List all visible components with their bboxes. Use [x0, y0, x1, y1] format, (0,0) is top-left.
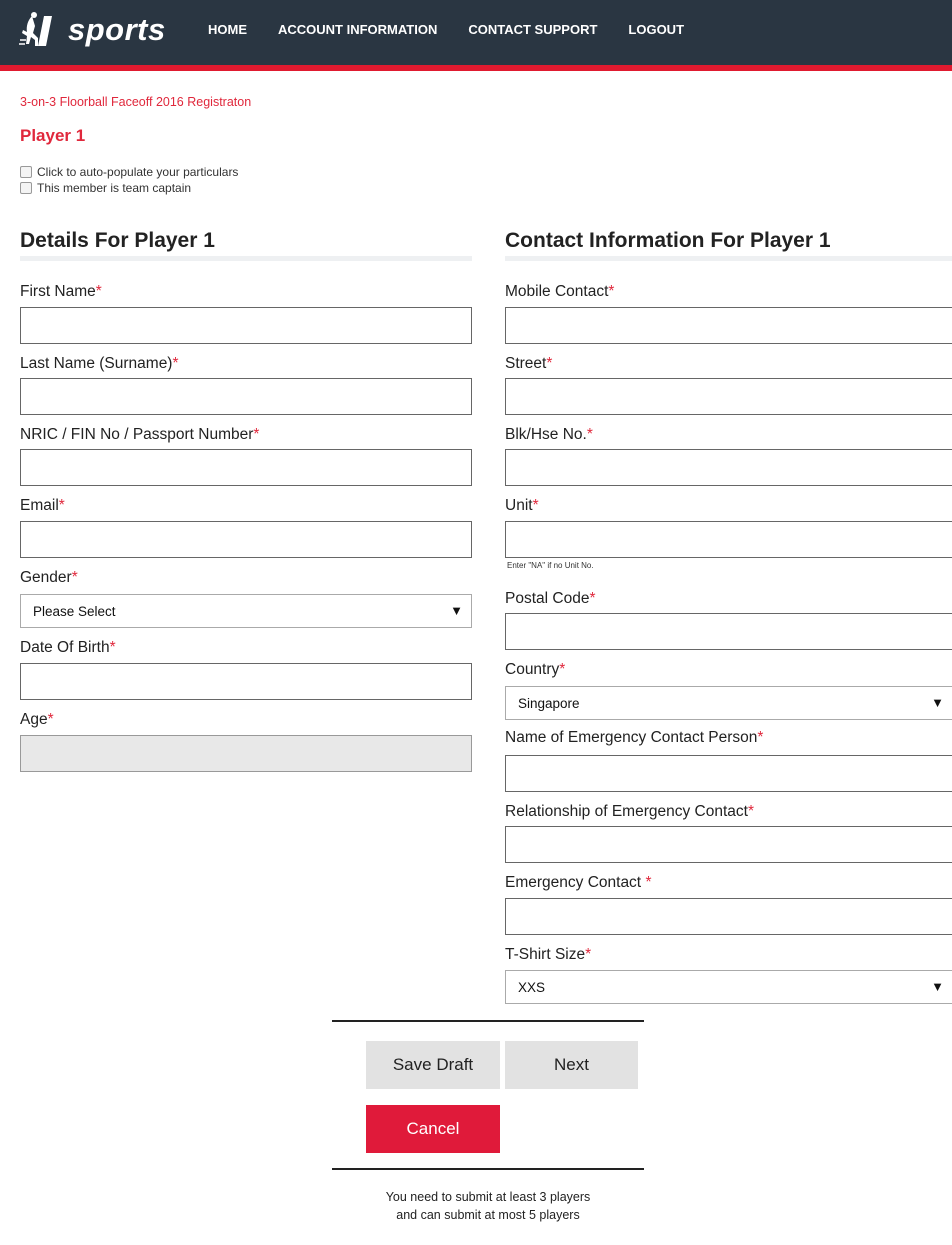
country-select[interactable]: Singapore ▼ — [505, 686, 952, 720]
nav-home[interactable]: HOME — [208, 22, 247, 37]
contact-title-rule — [505, 256, 952, 261]
auto-populate-checkbox-row[interactable]: Click to auto-populate your particulars — [20, 165, 238, 179]
street-input[interactable] — [505, 378, 952, 415]
gender-selected-value: Please Select — [33, 603, 116, 619]
nav-account-information[interactable]: ACCOUNT INFORMATION — [278, 22, 437, 37]
first-name-input[interactable] — [20, 307, 472, 344]
gender-label: Gender* — [20, 569, 78, 586]
site-logo[interactable]: sports — [18, 10, 166, 50]
age-input — [20, 735, 472, 772]
player-count-note-line2: and can submit at most 5 players — [396, 1208, 580, 1222]
gender-select[interactable]: Please Select ▼ — [20, 594, 472, 628]
emergency-name-input[interactable] — [505, 755, 952, 792]
auto-populate-label: Click to auto-populate your particulars — [37, 165, 239, 179]
last-name-input[interactable] — [20, 378, 472, 415]
nav-contact-support[interactable]: CONTACT SUPPORT — [468, 22, 597, 37]
actions-top-divider — [332, 1020, 644, 1022]
team-captain-checkbox[interactable] — [20, 182, 32, 194]
nric-input[interactable] — [20, 449, 472, 486]
emergency-contact-label: Emergency Contact * — [505, 874, 652, 891]
postal-code-input[interactable] — [505, 613, 952, 650]
mobile-label: Mobile Contact* — [505, 283, 615, 300]
emergency-relationship-input[interactable] — [505, 826, 952, 863]
postal-code-label: Postal Code* — [505, 590, 596, 607]
email-label: Email* — [20, 497, 65, 514]
breadcrumb: 3-on-3 Floorball Faceoff 2016 Registrato… — [20, 95, 252, 109]
unit-label: Unit* — [505, 497, 539, 514]
last-name-label: Last Name (Surname)* — [20, 355, 179, 372]
emergency-contact-input[interactable] — [505, 898, 952, 935]
details-title-rule — [20, 256, 472, 261]
logo-text: sports — [68, 12, 166, 47]
first-name-label: First Name* — [20, 283, 102, 300]
dob-input[interactable] — [20, 663, 472, 700]
nav-logout[interactable]: LOGOUT — [628, 22, 684, 37]
nric-label: NRIC / FIN No / Passport Number* — [20, 426, 260, 443]
player-count-note-line1: You need to submit at least 3 players — [385, 1190, 591, 1204]
tshirt-size-label: T-Shirt Size* — [505, 946, 592, 963]
player-heading: Player 1 — [20, 126, 86, 145]
team-captain-label: This member is team captain — [37, 181, 192, 195]
player-count-note: You need to submit at least 3 players an… — [332, 1188, 644, 1224]
contact-section-title: Contact Information For Player 1 — [505, 229, 831, 252]
runner-logo-icon — [19, 12, 52, 46]
main-nav: HOME ACCOUNT INFORMATION CONTACT SUPPORT… — [208, 22, 715, 37]
details-section-title: Details For Player 1 — [20, 229, 215, 252]
blk-label: Blk/Hse No.* — [505, 426, 593, 443]
blk-input[interactable] — [505, 449, 952, 486]
tshirt-size-selected-value: XXS — [518, 979, 546, 995]
team-captain-checkbox-row[interactable]: This member is team captain — [20, 181, 191, 195]
chevron-down-icon: ▼ — [931, 979, 944, 994]
tshirt-size-select[interactable]: XXS ▼ — [505, 970, 952, 1004]
next-button[interactable]: Next — [505, 1041, 638, 1089]
email-input[interactable] — [20, 521, 472, 558]
unit-input[interactable] — [505, 521, 952, 558]
auto-populate-checkbox[interactable] — [20, 166, 32, 178]
country-label: Country* — [505, 661, 566, 678]
country-selected-value: Singapore — [518, 695, 580, 711]
top-navigation-bar: sports HOME ACCOUNT INFORMATION CONTACT … — [0, 0, 952, 71]
chevron-down-icon: ▼ — [450, 603, 463, 618]
street-label: Street* — [505, 355, 553, 372]
cancel-button[interactable]: Cancel — [366, 1105, 500, 1153]
dob-label: Date Of Birth* — [20, 639, 116, 656]
unit-hint: Enter "NA" if no Unit No. — [507, 561, 594, 570]
emergency-name-label: Name of Emergency Contact Person* — [505, 729, 764, 746]
mobile-input[interactable] — [505, 307, 952, 344]
save-draft-button[interactable]: Save Draft — [366, 1041, 500, 1089]
emergency-relationship-label: Relationship of Emergency Contact* — [505, 803, 755, 820]
age-label: Age* — [20, 711, 54, 728]
chevron-down-icon: ▼ — [931, 695, 944, 710]
actions-bottom-divider — [332, 1168, 644, 1170]
